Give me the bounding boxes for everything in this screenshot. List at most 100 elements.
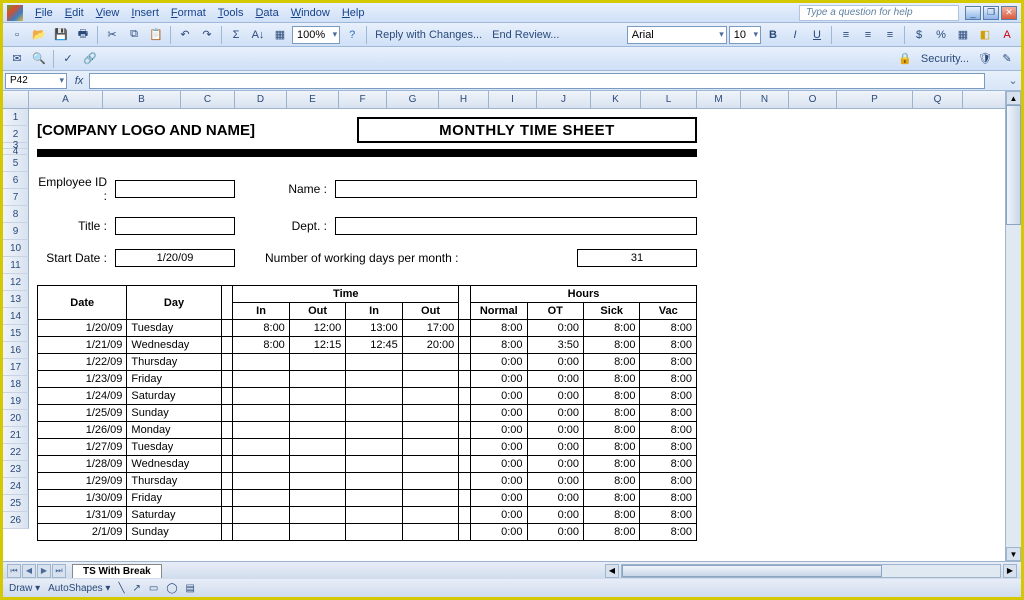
sum-icon[interactable]: Σ: [226, 25, 246, 45]
col-header-A[interactable]: A: [29, 91, 103, 108]
table-row[interactable]: 1/27/09Tuesday0:000:008:008:00: [38, 439, 697, 456]
draw-menu[interactable]: Draw ▾: [9, 583, 40, 594]
table-row[interactable]: 1/20/09Tuesday8:0012:0013:0017:008:000:0…: [38, 320, 697, 337]
vscroll-thumb[interactable]: [1006, 105, 1021, 225]
copy-icon[interactable]: ⧉: [124, 25, 144, 45]
employee-id-input[interactable]: [115, 180, 235, 198]
col-header-Q[interactable]: Q: [913, 91, 963, 108]
redo-icon[interactable]: ↷: [197, 25, 217, 45]
table-row[interactable]: 1/22/09Thursday0:000:008:008:00: [38, 354, 697, 371]
spellcheck-icon[interactable]: ✓: [58, 49, 78, 69]
tab-first-icon[interactable]: ⏮: [7, 564, 21, 578]
arrow-icon[interactable]: ↗: [132, 583, 140, 594]
col-header-I[interactable]: I: [489, 91, 537, 108]
security-icon[interactable]: 🔒: [895, 49, 915, 69]
title-input[interactable]: [115, 217, 235, 235]
scroll-right-icon[interactable]: ▶: [1003, 564, 1017, 578]
select-all-corner[interactable]: [3, 91, 29, 108]
table-row[interactable]: 1/21/09Wednesday8:0012:1512:4520:008:003…: [38, 337, 697, 354]
sort-asc-icon[interactable]: A↓: [248, 25, 268, 45]
dept-input[interactable]: [335, 217, 697, 235]
col-header-P[interactable]: P: [837, 91, 913, 108]
row-header-23[interactable]: 23: [3, 461, 29, 478]
menu-edit[interactable]: Edit: [59, 5, 90, 21]
row-header-8[interactable]: 8: [3, 206, 29, 223]
row-header-19[interactable]: 19: [3, 393, 29, 410]
scroll-down-icon[interactable]: ▼: [1006, 547, 1021, 561]
col-header-K[interactable]: K: [591, 91, 641, 108]
security-button[interactable]: Security...: [917, 53, 973, 65]
spreadsheet-grid[interactable]: ABCDEFGHIJKLMNOPQ [COMPANY LOGO AND NAME…: [3, 91, 1021, 561]
workdays-input[interactable]: 31: [577, 249, 697, 267]
italic-icon[interactable]: I: [785, 25, 805, 45]
row-header-16[interactable]: 16: [3, 342, 29, 359]
hyperlink-icon[interactable]: 🔗: [80, 49, 100, 69]
col-header-N[interactable]: N: [741, 91, 789, 108]
row-header-25[interactable]: 25: [3, 495, 29, 512]
table-row[interactable]: 2/1/09Sunday0:000:008:008:00: [38, 524, 697, 541]
row-header-26[interactable]: 26: [3, 512, 29, 529]
underline-icon[interactable]: U: [807, 25, 827, 45]
table-row[interactable]: 1/30/09Friday0:000:008:008:00: [38, 490, 697, 507]
row-header-6[interactable]: 6: [3, 172, 29, 189]
chart-icon[interactable]: ▦: [270, 25, 290, 45]
menu-help[interactable]: Help: [336, 5, 371, 21]
scroll-up-icon[interactable]: ▲: [1006, 91, 1021, 105]
minimize-button[interactable]: _: [965, 6, 981, 20]
menu-window[interactable]: Window: [285, 5, 336, 21]
row-header-20[interactable]: 20: [3, 410, 29, 427]
hscroll-thumb[interactable]: [622, 565, 882, 577]
col-header-B[interactable]: B: [103, 91, 181, 108]
menu-view[interactable]: View: [90, 5, 126, 21]
align-left-icon[interactable]: ≡: [836, 25, 856, 45]
tab-last-icon[interactable]: ⏭: [52, 564, 66, 578]
row-header-13[interactable]: 13: [3, 291, 29, 308]
col-header-F[interactable]: F: [339, 91, 387, 108]
col-header-L[interactable]: L: [641, 91, 697, 108]
col-header-G[interactable]: G: [387, 91, 439, 108]
menu-data[interactable]: Data: [249, 5, 284, 21]
table-row[interactable]: 1/28/09Wednesday0:000:008:008:00: [38, 456, 697, 473]
print-icon[interactable]: 🖶: [73, 25, 93, 45]
name-input[interactable]: [335, 180, 697, 198]
close-button[interactable]: ✕: [1001, 6, 1017, 20]
row-header-11[interactable]: 11: [3, 257, 29, 274]
fillcolor-icon[interactable]: ◧: [975, 25, 995, 45]
row-header-22[interactable]: 22: [3, 444, 29, 461]
tab-next-icon[interactable]: ▶: [37, 564, 51, 578]
col-header-C[interactable]: C: [181, 91, 235, 108]
help-search-input[interactable]: Type a question for help: [799, 5, 959, 21]
table-row[interactable]: 1/25/09Sunday0:000:008:008:00: [38, 405, 697, 422]
start-date-input[interactable]: 1/20/09: [115, 249, 235, 267]
table-row[interactable]: 1/31/09Saturday0:000:008:008:00: [38, 507, 697, 524]
row-header-9[interactable]: 9: [3, 223, 29, 240]
end-review-button[interactable]: End Review...: [488, 29, 563, 41]
sign-icon[interactable]: ✎: [997, 49, 1017, 69]
percent-icon[interactable]: %: [931, 25, 951, 45]
protect-icon[interactable]: 🛡: [975, 49, 995, 69]
col-header-H[interactable]: H: [439, 91, 489, 108]
tab-prev-icon[interactable]: ◀: [22, 564, 36, 578]
undo-icon[interactable]: ↶: [175, 25, 195, 45]
align-right-icon[interactable]: ≡: [880, 25, 900, 45]
reply-changes-button[interactable]: Reply with Changes...: [371, 29, 486, 41]
save-icon[interactable]: 💾: [51, 25, 71, 45]
fontcolor-icon[interactable]: A: [997, 25, 1017, 45]
borders-icon[interactable]: ▦: [953, 25, 973, 45]
textbox-icon[interactable]: ▤: [186, 583, 195, 594]
vertical-scrollbar[interactable]: ▲ ▼: [1005, 91, 1021, 561]
paste-icon[interactable]: 📋: [146, 25, 166, 45]
row-header-7[interactable]: 7: [3, 189, 29, 206]
line-icon[interactable]: ╲: [118, 583, 124, 594]
oval-icon[interactable]: ◯: [166, 583, 177, 594]
col-header-D[interactable]: D: [235, 91, 287, 108]
new-icon[interactable]: ▫: [7, 25, 27, 45]
row-header-24[interactable]: 24: [3, 478, 29, 495]
table-row[interactable]: 1/24/09Saturday0:000:008:008:00: [38, 388, 697, 405]
help-icon[interactable]: ?: [342, 25, 362, 45]
menu-insert[interactable]: Insert: [125, 5, 165, 21]
col-header-J[interactable]: J: [537, 91, 591, 108]
scroll-left-icon[interactable]: ◀: [605, 564, 619, 578]
bold-icon[interactable]: B: [763, 25, 783, 45]
font-combo[interactable]: Arial: [627, 26, 727, 44]
